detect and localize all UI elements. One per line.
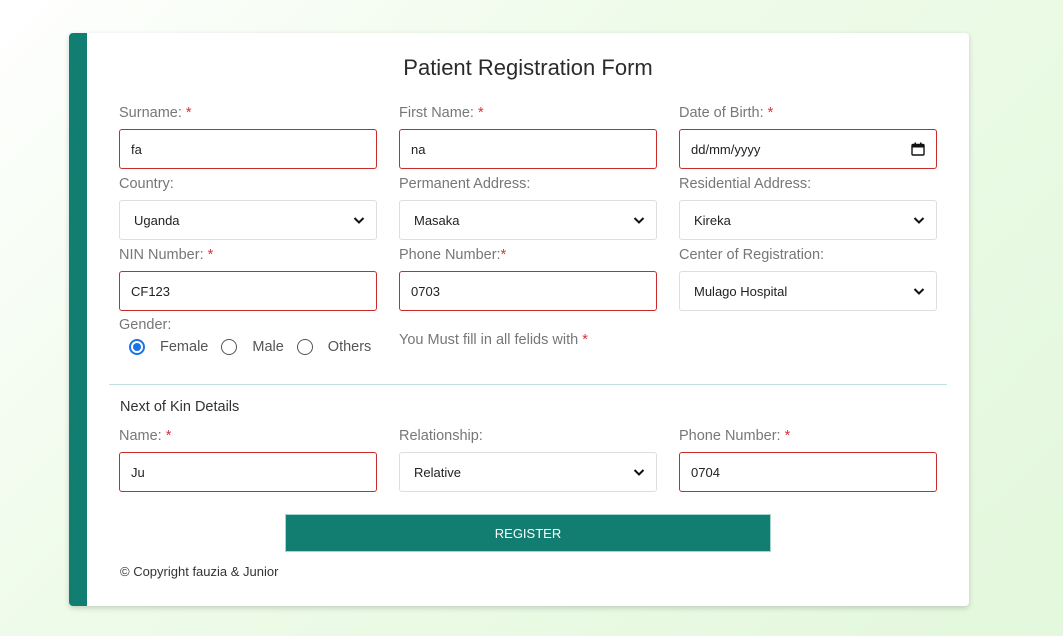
chevron-down-icon [633, 469, 645, 476]
required-mark: * [207, 247, 214, 263]
kin-section-title: Next of Kin Details [120, 399, 240, 415]
gender-option-others[interactable]: Others [296, 339, 372, 355]
permanent-address-select[interactable]: Masaka [399, 200, 657, 240]
radio-others[interactable] [296, 339, 313, 355]
relationship-value: Relative [414, 464, 461, 480]
gender-option-label: Female [160, 339, 209, 355]
permanent-address-value: Masaka [414, 212, 460, 228]
registration-card: Patient Registration Form Surname: * Fir… [69, 33, 969, 606]
chevron-down-icon [353, 217, 365, 224]
permanent-address-group: Permanent Address: Masaka [399, 174, 657, 240]
gender-label: Gender: [119, 317, 172, 333]
residential-address-value: Kireka [694, 212, 731, 228]
kin-name-group: Name: * [119, 426, 377, 492]
residential-address-group: Residential Address: Kireka [679, 174, 937, 240]
center-group: Center of Registration: Mulago Hospital [679, 245, 937, 311]
required-mark: * [784, 428, 791, 444]
dob-placeholder: dd/mm/yyyy [691, 141, 761, 157]
required-mark: * [767, 105, 774, 121]
chevron-down-icon [633, 217, 645, 224]
dob-input[interactable]: dd/mm/yyyy [679, 129, 937, 169]
dob-group: Date of Birth: * dd/mm/yyyy [679, 103, 937, 169]
gender-option-label: Male [252, 339, 284, 355]
gender-radio-group: Female Male Others [129, 339, 384, 355]
phone-group: Phone Number:* [399, 245, 657, 311]
relationship-group: Relationship: Relative [399, 426, 657, 492]
gender-group: Gender: [119, 315, 377, 335]
phone-input[interactable] [399, 271, 657, 311]
country-label: Country: [119, 176, 174, 192]
register-button[interactable]: REGISTER [285, 514, 771, 552]
kin-phone-group: Phone Number: * [679, 426, 937, 492]
phone-label: Phone Number:* [399, 247, 507, 263]
chevron-down-icon [913, 217, 925, 224]
relationship-label: Relationship: [399, 428, 483, 444]
center-label: Center of Registration: [679, 247, 825, 263]
country-select[interactable]: Uganda [119, 200, 377, 240]
gender-option-label: Others [327, 339, 372, 355]
relationship-select[interactable]: Relative [399, 452, 657, 492]
nin-label: NIN Number: * [119, 247, 214, 263]
copyright-text: © Copyright fauzia & Junior [120, 564, 279, 579]
surname-input[interactable] [119, 129, 377, 169]
center-value: Mulago Hospital [694, 283, 788, 299]
required-mark: * [582, 332, 588, 348]
kin-name-label: Name: * [119, 428, 172, 444]
chevron-down-icon [913, 288, 925, 295]
country-group: Country: Uganda [119, 174, 377, 240]
required-mark: * [500, 247, 507, 263]
first-name-input[interactable] [399, 129, 657, 169]
surname-group: Surname: * [119, 103, 377, 169]
required-mark: * [477, 105, 484, 121]
nin-input[interactable] [119, 271, 377, 311]
dob-label: Date of Birth: * [679, 105, 774, 121]
center-select[interactable]: Mulago Hospital [679, 271, 937, 311]
country-value: Uganda [134, 212, 180, 228]
first-name-group: First Name: * [399, 103, 657, 169]
surname-label: Surname: * [119, 105, 192, 121]
radio-male[interactable] [221, 339, 238, 355]
nin-group: NIN Number: * [119, 245, 377, 311]
accent-bar [69, 33, 87, 606]
permanent-address-label: Permanent Address: [399, 176, 531, 192]
required-note: You Must fill in all felids with * [399, 332, 588, 348]
kin-name-input[interactable] [119, 452, 377, 492]
page-title: Patient Registration Form [403, 55, 653, 80]
residential-address-select[interactable]: Kireka [679, 200, 937, 240]
gender-option-male[interactable]: Male [221, 339, 284, 355]
radio-female[interactable] [129, 339, 145, 355]
required-mark: * [185, 105, 192, 121]
residential-address-label: Residential Address: [679, 176, 812, 192]
gender-option-female[interactable]: Female [129, 339, 208, 355]
kin-phone-label: Phone Number: * [679, 428, 791, 444]
calendar-icon[interactable] [911, 142, 925, 156]
divider [109, 384, 947, 385]
first-name-label: First Name: * [399, 105, 484, 121]
kin-phone-input[interactable] [679, 452, 937, 492]
required-mark: * [165, 428, 172, 444]
